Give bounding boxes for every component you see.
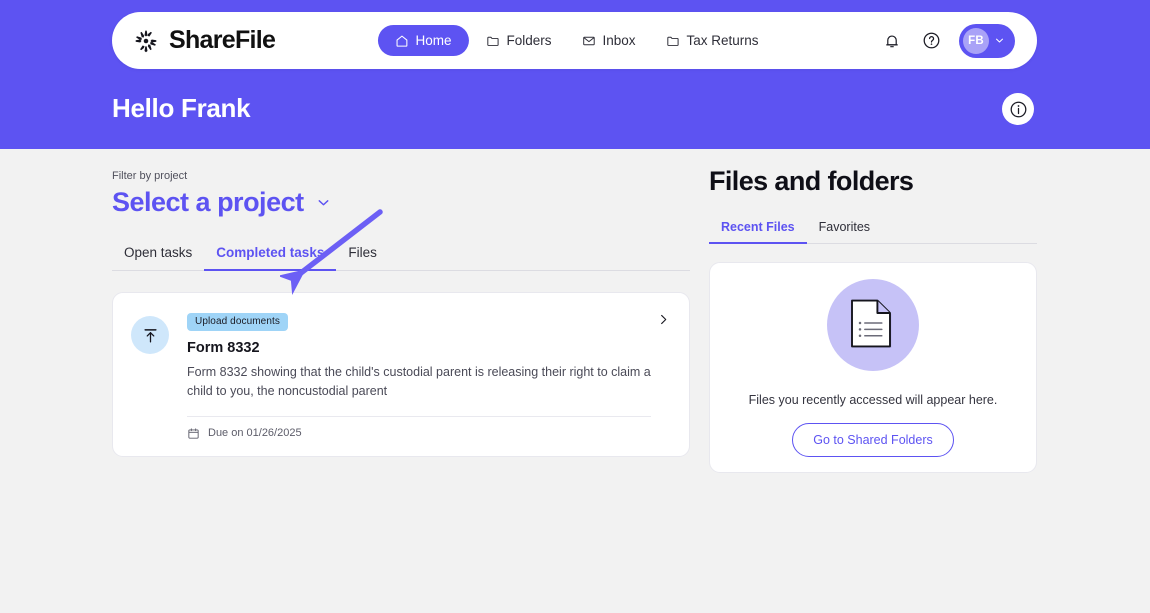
tab-recent-files[interactable]: Recent Files [709, 213, 807, 244]
top-navigation-bar: ShareFile Home Folders Inbox Tax Returns… [112, 12, 1037, 69]
empty-state-message: Files you recently accessed will appear … [748, 392, 998, 407]
question-circle-icon [923, 32, 939, 49]
bell-icon [886, 34, 898, 47]
nav-item-inbox[interactable]: Inbox [568, 25, 648, 56]
help-button[interactable] [920, 30, 942, 52]
info-button[interactable] [1002, 93, 1034, 125]
folder-icon [666, 36, 679, 46]
tasks-section: Filter by project Select a project Open … [112, 170, 690, 457]
mail-icon [582, 36, 595, 45]
empty-state-illustration [827, 278, 919, 371]
go-to-shared-folders-button[interactable]: Go to Shared Folders [792, 422, 954, 457]
nav-item-inbox-label: Inbox [602, 33, 636, 48]
project-select-value: Select a project [112, 187, 304, 217]
upload-icon [143, 328, 157, 343]
info-circle-icon [1010, 101, 1026, 117]
tab-open-tasks[interactable]: Open tasks [112, 237, 204, 271]
tab-completed-tasks-label: Completed tasks [216, 245, 325, 260]
files-tabs: Recent Files Favorites [709, 213, 1037, 244]
empty-state-card: Files you recently accessed will appear … [709, 262, 1037, 473]
task-title: Form 8332 [187, 340, 260, 356]
task-due-text: Due on 01/26/2025 [208, 427, 302, 440]
document-icon [851, 299, 892, 348]
filter-label: Filter by project [112, 170, 188, 182]
chevron-down-icon [996, 38, 1003, 43]
task-description: Form 8332 showing that the child's custo… [187, 365, 651, 399]
files-and-folders-section: Files and folders Recent Files Favorites [709, 166, 1037, 473]
task-icon-wrapper [131, 316, 169, 354]
chevron-down-icon [318, 200, 329, 206]
nav-item-tax-returns-label: Tax Returns [686, 33, 759, 48]
task-body: Upload documents Form 8332 Form 8332 sho… [187, 311, 669, 440]
task-due-row: Due on 01/26/2025 [187, 427, 651, 440]
status-badge: Upload documents [187, 313, 288, 331]
task-open-chevron[interactable] [656, 312, 671, 332]
task-tabs: Open tasks Completed tasks Files [112, 237, 690, 271]
home-icon [396, 35, 407, 47]
notifications-button[interactable] [881, 30, 903, 52]
account-menu-button[interactable]: FB [959, 23, 1015, 58]
nav-actions: FB [881, 23, 1015, 58]
sharefile-burst-logo [135, 30, 157, 52]
chevron-right-icon [661, 314, 667, 325]
nav-item-tax-returns[interactable]: Tax Returns [653, 25, 772, 56]
task-card[interactable]: Upload documents Form 8332 Form 8332 sho… [112, 292, 690, 457]
avatar: FB [963, 27, 989, 54]
brand[interactable]: ShareFile [132, 26, 276, 55]
tab-favorites-label: Favorites [818, 220, 871, 234]
tab-recent-files-label: Recent Files [721, 220, 795, 234]
tab-files-label: Files [348, 245, 377, 260]
folder-icon [486, 36, 499, 46]
tab-open-tasks-label: Open tasks [124, 245, 193, 260]
tab-favorites[interactable]: Favorites [807, 213, 882, 244]
divider [187, 415, 651, 417]
nav-item-home[interactable]: Home [377, 25, 469, 56]
nav-item-folders-label: Folders [506, 33, 552, 48]
project-select[interactable]: Select a project [112, 187, 332, 218]
tab-completed-tasks[interactable]: Completed tasks [204, 237, 337, 271]
tab-files[interactable]: Files [336, 237, 389, 271]
calendar-icon [188, 428, 199, 439]
brand-name: ShareFile [169, 26, 276, 54]
panel-title: Files and folders [709, 166, 914, 196]
nav-item-home-label: Home [415, 33, 452, 48]
page-title: Hello Frank [112, 93, 251, 123]
nav-item-folders[interactable]: Folders [472, 25, 564, 56]
app-page: Hello Frank ShareFile Home Folders Inbox… [0, 0, 1150, 613]
primary-nav: Home Folders Inbox Tax Returns [377, 25, 771, 56]
